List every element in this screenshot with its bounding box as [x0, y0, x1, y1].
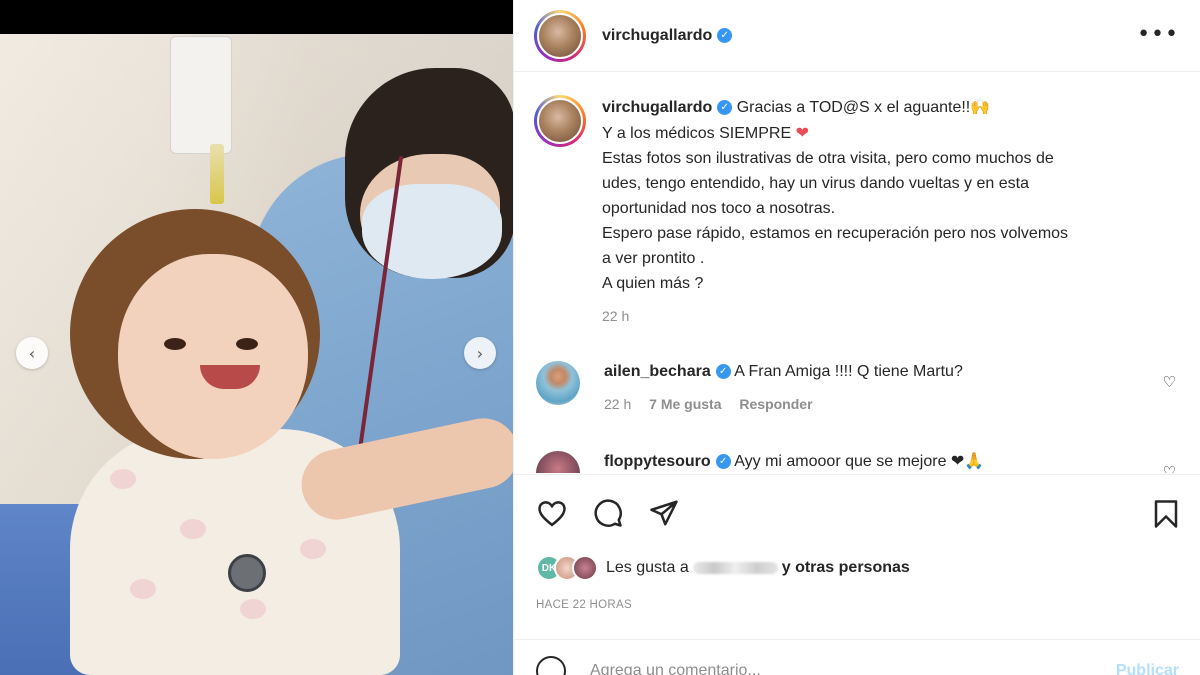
caption-body-line: udes, tengo entendido, hay un virus dand… — [602, 175, 1029, 192]
comment-username[interactable]: floppytesouro — [604, 453, 711, 470]
post-media: ‹ › — [0, 0, 513, 675]
post-timestamp[interactable]: HACE 22 HORAS — [536, 599, 632, 611]
caption-body-line: Espero pase rápido, estamos en recuperac… — [602, 225, 1069, 242]
commenter-avatar[interactable] — [536, 361, 580, 405]
chevron-right-icon: › — [476, 343, 484, 363]
verified-badge-icon: ✓ — [717, 28, 733, 43]
carousel-prev-button[interactable]: ‹ — [16, 337, 48, 369]
add-comment-bar: Publicar — [514, 639, 1200, 675]
chevron-left-icon: ‹ — [28, 343, 36, 363]
caption-line-2: Y a los médicos SIEMPRE — [602, 125, 796, 142]
caption-line-1: Gracias a TOD@S x el aguante!!🙌 — [736, 99, 991, 116]
comment-text: Ayy mi amooor que se mejore ❤🙏 — [734, 453, 985, 470]
author-avatar[interactable] — [534, 9, 586, 62]
post-actions: DK Les gusta ay otras personas HACE 22 H… — [514, 474, 1200, 675]
caption-time[interactable]: 22 h — [602, 304, 1172, 329]
caption-username[interactable]: virchugallardo — [602, 99, 712, 116]
stethoscope-chestpiece — [228, 554, 266, 592]
comment-item: floppytesouro ✓ Ayy mi amooor que se mejo… — [534, 451, 1184, 473]
comment-time[interactable]: 22 h — [604, 396, 631, 412]
comment-input[interactable] — [590, 662, 1070, 675]
comment-likes[interactable]: 7 Me gusta — [649, 396, 721, 412]
comment-bubble-icon[interactable] — [592, 497, 624, 529]
verified-badge-icon: ✓ — [715, 364, 731, 380]
liker-avatar[interactable] — [572, 555, 598, 581]
comment-like-heart-icon[interactable]: ♡ — [1163, 373, 1176, 391]
post-side-panel: virchugallardo ✓ ••• virchugallardo ✓ Gra… — [513, 0, 1200, 675]
blurred-username — [692, 561, 778, 574]
caption-body-line: oportunidad nos toco a nosotras. — [602, 200, 836, 217]
like-heart-icon[interactable] — [536, 497, 568, 529]
publish-button[interactable]: Publicar — [1116, 662, 1179, 675]
caption-body-line: A quien más ? — [602, 275, 704, 292]
verified-badge-icon: ✓ — [717, 100, 733, 116]
post-photo — [0, 34, 513, 675]
comment-like-heart-icon[interactable]: ♡ — [1163, 463, 1176, 473]
likes-others-link[interactable]: y otras personas — [782, 559, 910, 576]
author-username[interactable]: virchugallardo — [602, 27, 712, 45]
post-caption: virchugallardo ✓ Gracias a TOD@S x el agu… — [534, 95, 1184, 329]
carousel-next-button[interactable]: › — [464, 337, 496, 369]
comment-item: ailen_bechara ✓ A Fran Amiga !!!! Q tiene… — [534, 361, 1184, 415]
wall-dispenser — [170, 36, 232, 154]
bookmark-icon[interactable] — [1153, 499, 1179, 534]
emoji-smiley-icon[interactable] — [536, 656, 566, 675]
comments-section: virchugallardo ✓ Gracias a TOD@S x el agu… — [514, 73, 1200, 473]
comment-username[interactable]: ailen_bechara — [604, 363, 711, 380]
red-heart-emoji: ❤ — [795, 123, 809, 142]
post-header: virchugallardo ✓ ••• — [514, 0, 1200, 72]
caption-body-line: a ver prontito . — [602, 250, 705, 267]
reply-button[interactable]: Responder — [739, 396, 812, 412]
caption-avatar[interactable] — [534, 95, 586, 147]
likes-summary: DK Les gusta ay otras personas — [536, 555, 910, 581]
caption-body-line: Estas fotos son ilustrativas de otra vis… — [602, 150, 1054, 167]
more-options-icon[interactable]: ••• — [1137, 22, 1179, 47]
commenter-avatar[interactable] — [536, 451, 580, 473]
comment-text: A Fran Amiga !!!! Q tiene Martu? — [734, 363, 963, 380]
verified-badge-icon: ✓ — [715, 454, 731, 470]
share-send-icon[interactable] — [648, 497, 680, 529]
likes-prefix: Les gusta a — [606, 559, 689, 576]
